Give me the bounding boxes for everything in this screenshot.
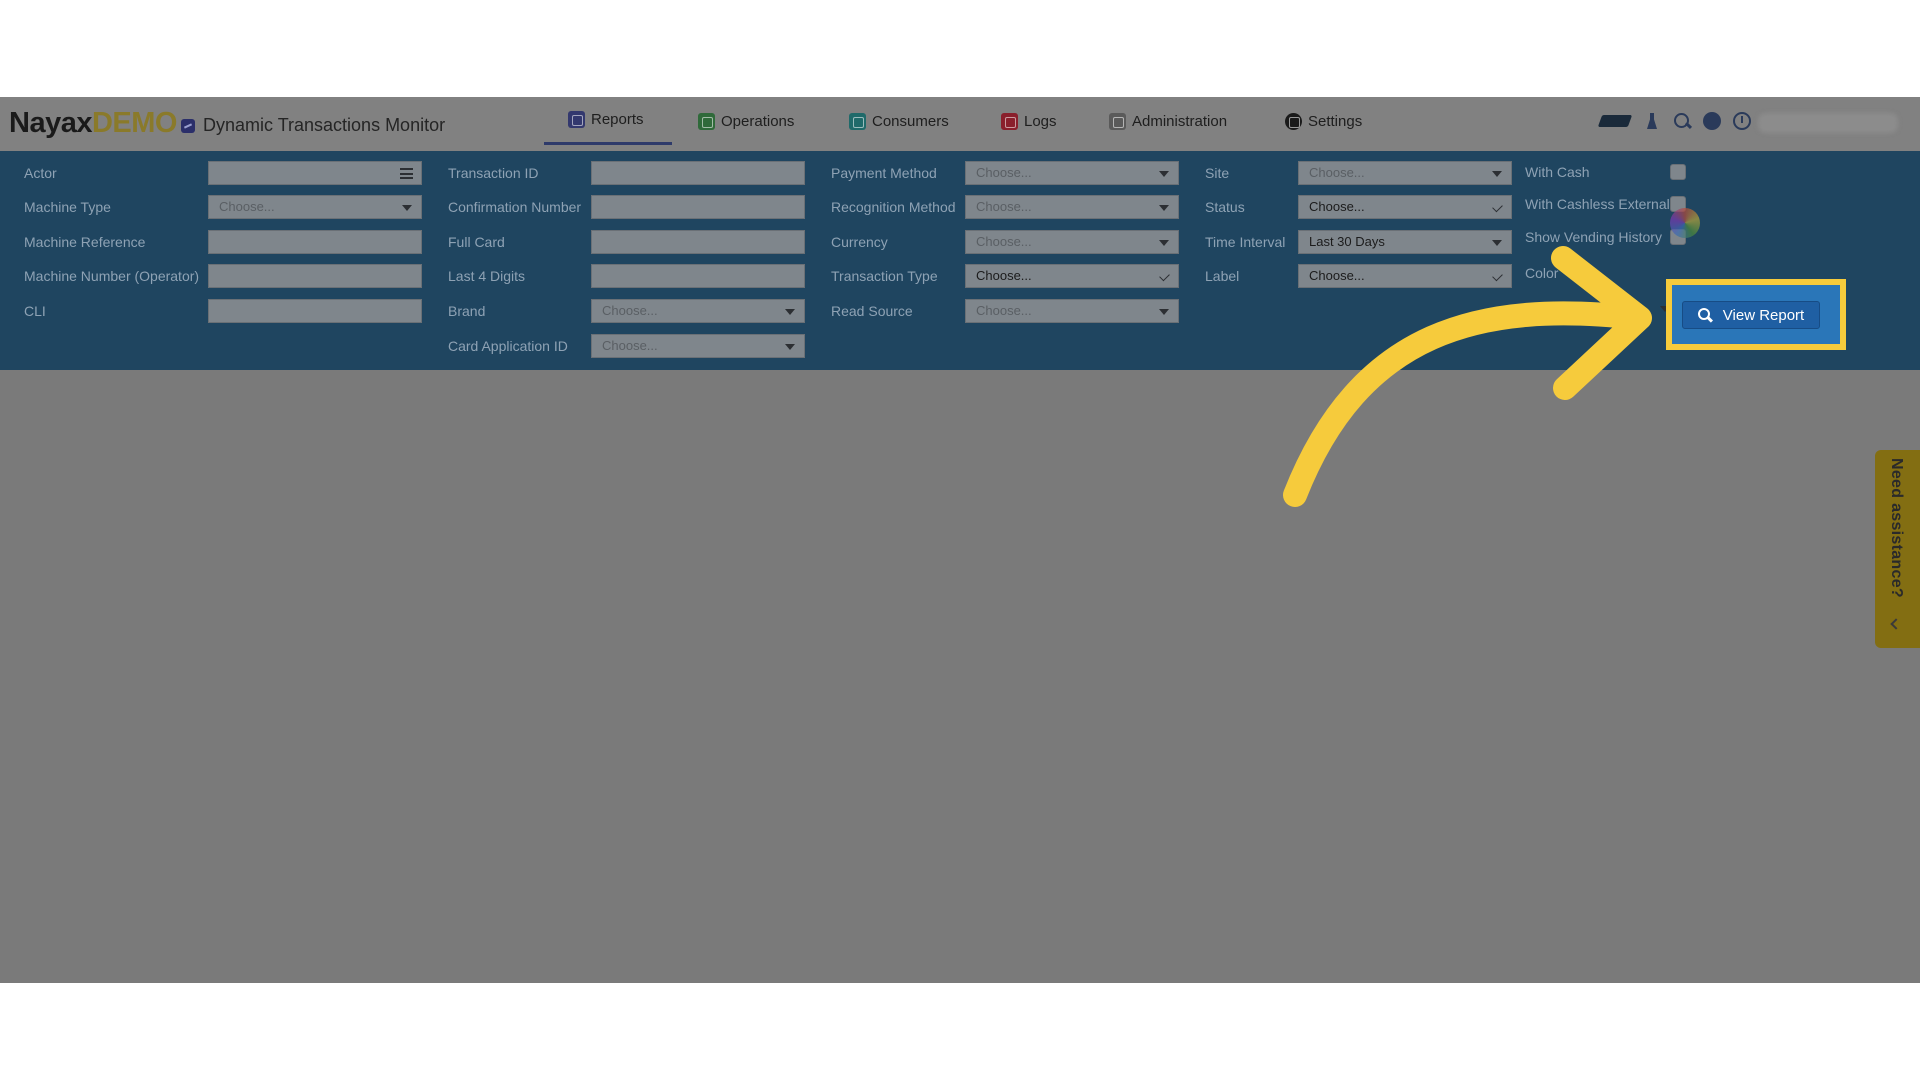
transaction-id-field[interactable] (591, 161, 805, 185)
recognition-method-select[interactable]: Choose... (965, 195, 1179, 219)
nav-tab-label: Administration (1132, 112, 1228, 130)
label-label: Label (1205, 268, 1240, 284)
clock-icon[interactable] (1732, 111, 1752, 131)
show-vending-history-label: Show Vending History (1525, 229, 1662, 245)
color-label: Color (1525, 265, 1559, 281)
view-report-label: View Report (1722, 306, 1805, 324)
app-screen: NayaxDEMO Dynamic Transactions Monitor R… (0, 97, 1920, 983)
nav-tab-administration[interactable]: Administration (1109, 97, 1227, 145)
full-card-field[interactable] (591, 230, 805, 254)
administration-icon (1109, 112, 1126, 130)
chevron-left-icon (1890, 618, 1902, 630)
time-interval-label: Time Interval (1205, 234, 1286, 250)
nav-tab-settings[interactable]: Settings (1285, 97, 1362, 145)
site-label: Site (1205, 165, 1230, 181)
full-card-label: Full Card (448, 234, 505, 250)
page-title-wrap: Dynamic Transactions Monitor (181, 115, 445, 136)
filter-panel: Actor Machine Type Choose... Machine Ref… (0, 151, 1920, 370)
machine-reference-field[interactable] (208, 230, 422, 254)
color-picker-icon[interactable] (1670, 208, 1700, 238)
nav-tab-label: Logs (1024, 112, 1057, 130)
confirmation-number-field[interactable] (591, 195, 805, 219)
user-menu[interactable] (1758, 113, 1898, 133)
cli-field[interactable] (208, 299, 422, 323)
globe-icon[interactable] (1702, 111, 1722, 131)
actor-field[interactable] (208, 161, 422, 185)
flask-icon[interactable] (1642, 111, 1662, 131)
last4-field[interactable] (591, 264, 805, 288)
top-bar: NayaxDEMO Dynamic Transactions Monitor R… (0, 97, 1920, 151)
brand-label: Brand (448, 303, 486, 319)
top-icon-bar (1598, 111, 1752, 131)
nav-tab-label: Consumers (872, 112, 949, 130)
currency-label: Currency (831, 234, 888, 250)
with-cashless-external-label: With Cashless External (1525, 196, 1670, 212)
payment-method-label: Payment Method (831, 165, 937, 181)
read-source-label: Read Source (831, 303, 913, 319)
list-icon[interactable] (400, 168, 413, 179)
currency-select[interactable]: Choose... (965, 230, 1179, 254)
operations-icon (698, 112, 715, 130)
read-source-select[interactable]: Choose... (965, 299, 1179, 323)
status-label: Status (1205, 199, 1245, 215)
settings-gear-icon (1285, 112, 1302, 130)
cli-label: CLI (24, 303, 46, 319)
chart-icon (181, 118, 195, 133)
graduation-cap-icon[interactable] (1598, 111, 1632, 131)
transaction-id-label: Transaction ID (448, 165, 539, 181)
nav-tab-consumers[interactable]: Consumers (849, 97, 949, 145)
site-select[interactable]: Choose... (1298, 161, 1512, 185)
status-select[interactable]: Choose... (1298, 195, 1512, 219)
nav-tab-operations[interactable]: Operations (698, 97, 794, 145)
nav-tab-label: Settings (1308, 112, 1363, 130)
confirmation-number-label: Confirmation Number (448, 199, 582, 215)
last4-label: Last 4 Digits (448, 268, 526, 284)
machine-type-label: Machine Type (24, 199, 111, 215)
transaction-type-select[interactable]: Choose... (965, 264, 1179, 288)
reports-icon (568, 111, 585, 128)
with-cash-checkbox[interactable] (1670, 164, 1686, 180)
logo-brand: Nayax (9, 107, 92, 139)
nav-tab-label: Operations (721, 112, 795, 130)
with-cash-label: With Cash (1525, 164, 1590, 180)
transaction-type-label: Transaction Type (831, 268, 938, 284)
actor-label: Actor (24, 165, 57, 181)
time-interval-select[interactable]: Last 30 Days (1298, 230, 1512, 254)
view-report-button[interactable]: View Report (1682, 301, 1820, 329)
need-assistance-tab[interactable]: Need assistance? (1875, 450, 1920, 648)
nav-tab-label: Reports (591, 111, 644, 128)
hidden-dropdown[interactable] (1600, 297, 1670, 321)
need-assistance-label: Need assistance? (1888, 458, 1905, 598)
page-title: Dynamic Transactions Monitor (203, 115, 446, 135)
payment-method-select[interactable]: Choose... (965, 161, 1179, 185)
recognition-method-label: Recognition Method (831, 199, 956, 215)
logs-icon (1001, 112, 1018, 130)
machine-reference-label: Machine Reference (24, 234, 146, 250)
nayax-logo[interactable]: NayaxDEMO (9, 107, 177, 140)
machine-type-select[interactable]: Choose... (208, 195, 422, 219)
search-icon (1697, 308, 1712, 322)
brand-select[interactable]: Choose... (591, 299, 805, 323)
label-select[interactable]: Choose... (1298, 264, 1512, 288)
machine-number-field[interactable] (208, 264, 422, 288)
search-icon[interactable] (1672, 111, 1692, 131)
machine-number-label: Machine Number (Operator) (24, 268, 200, 284)
nav-tab-reports[interactable]: Reports (544, 97, 672, 145)
consumers-icon (849, 112, 866, 130)
logo-demo: DEMO (91, 107, 178, 139)
card-application-id-select[interactable]: Choose... (591, 334, 805, 358)
nav-tab-logs[interactable]: Logs (1001, 97, 1057, 145)
card-application-id-label: Card Application ID (448, 338, 568, 354)
